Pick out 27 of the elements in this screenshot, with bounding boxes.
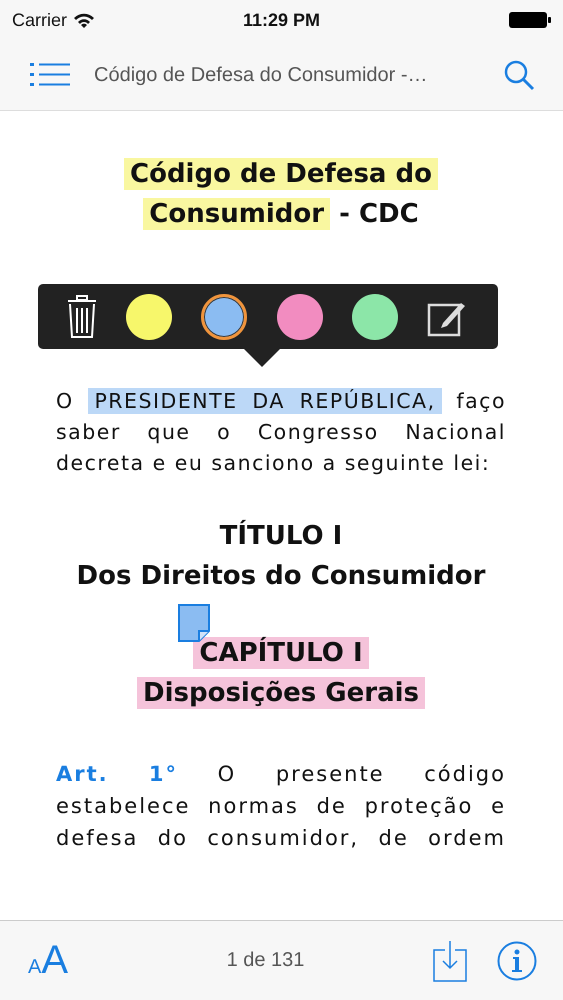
paragraph-text: O PRESIDENTE DA REPÚBLICA, faço saber que o Congresso Nacional decreta e eu sanciono a seguinte lei:	[56, 387, 506, 477]
heading-line: Dos Direitos do Consumidor	[76, 560, 486, 593]
article-text: Art. 1° O presente código estabelece normas de proteção e defesa do consumidor, de ordem	[56, 761, 506, 852]
color-option[interactable]	[201, 294, 248, 340]
document-title: Código de Defesa do Consumidor -…	[94, 64, 429, 86]
color-option[interactable]	[352, 294, 398, 340]
heading-line: CAPÍTULO I	[56, 633, 506, 673]
delete-button[interactable]	[66, 294, 97, 338]
carrier-name: Carrier	[12, 10, 68, 30]
heading-line: TÍTULO I	[218, 518, 344, 553]
color-option[interactable]	[276, 294, 323, 340]
search-icon	[503, 59, 535, 91]
download-button[interactable]	[433, 940, 467, 982]
search-button[interactable]	[503, 59, 535, 91]
download-icon	[433, 940, 467, 982]
battery-icon	[509, 11, 551, 29]
font-size-button[interactable]: AA	[28, 938, 68, 983]
menu-icon	[30, 62, 70, 88]
info-button[interactable]	[497, 940, 537, 980]
trash-icon	[66, 294, 97, 338]
wifi-icon	[73, 12, 96, 28]
info-icon	[497, 940, 537, 980]
clock-time: 11:29 PM	[242, 10, 320, 30]
color-option[interactable]	[126, 294, 172, 340]
heading-line: Consumidor - CDC	[56, 194, 506, 234]
page-counter: 1 de 131	[226, 949, 306, 972]
menu-button[interactable]	[30, 62, 70, 88]
